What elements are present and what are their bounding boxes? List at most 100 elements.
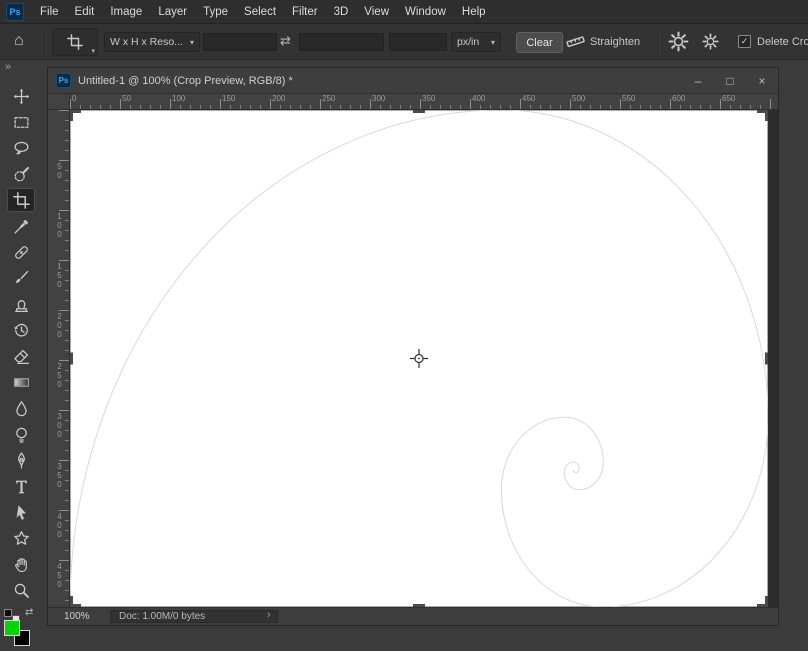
- ruler-tick: [65, 270, 69, 271]
- overlay-options-icon[interactable]: [668, 31, 689, 55]
- tool-blur[interactable]: [7, 396, 35, 420]
- ruler-tick: [330, 105, 331, 109]
- menu-item-layer[interactable]: Layer: [150, 0, 195, 24]
- ruler-tick: [140, 105, 141, 109]
- ruler-tick: [59, 560, 69, 561]
- photoshop-logo-icon[interactable]: Ps: [6, 2, 24, 21]
- ruler-tick: [65, 600, 69, 601]
- ruler-tick: [340, 105, 341, 109]
- menu-item-type[interactable]: Type: [195, 0, 236, 24]
- ruler-label: 50: [122, 94, 131, 103]
- menu-item-file[interactable]: File: [32, 0, 67, 24]
- tool-rectangular-marquee[interactable]: [7, 110, 35, 134]
- menu-item-image[interactable]: Image: [102, 0, 150, 24]
- ruler-tick: [59, 510, 69, 511]
- crop-settings-gear-icon[interactable]: [702, 33, 719, 53]
- swap-width-height-icon[interactable]: ⇄: [280, 33, 291, 49]
- pen-icon: [13, 452, 30, 469]
- menu-item-help[interactable]: Help: [454, 0, 494, 24]
- document-title: Untitled-1 @ 100% (Crop Preview, RGB/8) …: [78, 74, 293, 87]
- horizontal-ruler[interactable]: 0 50 100 150 200 250 300 350 400 450 500 550 600 650: [70, 94, 778, 110]
- resolution-unit-value: px/in: [457, 36, 480, 48]
- tool-path-selection[interactable]: [7, 500, 35, 524]
- crop-width-input[interactable]: [203, 33, 277, 51]
- clear-button[interactable]: Clear: [516, 32, 563, 53]
- tool-gradient[interactable]: [7, 370, 35, 394]
- tool-dodge[interactable]: [7, 422, 35, 446]
- ruler-tick: [310, 105, 311, 109]
- ruler-tick: [65, 440, 69, 441]
- dodge-icon: [13, 426, 30, 443]
- delete-cropped-pixels-label[interactable]: Delete Cro: [757, 24, 808, 60]
- crop-reference-point-icon[interactable]: [410, 349, 428, 368]
- crop-options-bar: ⌂ ▾ W x H x Reso... ▾ ⇄ px/in ▾ Clear St…: [0, 24, 808, 60]
- ruler-tick: [560, 105, 561, 109]
- resolution-unit-select[interactable]: px/in ▾: [451, 32, 501, 52]
- status-chevron-icon[interactable]: ›: [267, 609, 271, 621]
- menu-item-view[interactable]: View: [356, 0, 397, 24]
- tool-shape[interactable]: [7, 526, 35, 550]
- tool-lasso[interactable]: [7, 136, 35, 160]
- tool-history-brush[interactable]: [7, 318, 35, 342]
- menu-item-window[interactable]: Window: [397, 0, 454, 24]
- tool-pen[interactable]: [7, 448, 35, 472]
- zoom-level[interactable]: 100%: [64, 611, 90, 622]
- tool-hand[interactable]: [7, 552, 35, 576]
- ruler-tick: [65, 590, 69, 591]
- ruler-corner[interactable]: [48, 94, 70, 110]
- foreground-color-swatch[interactable]: [4, 620, 20, 636]
- chevron-down-icon: ▾: [189, 37, 194, 47]
- ruler-tick: [410, 105, 411, 109]
- document-body: 50 100 150 200 250 300 350 400 450: [48, 110, 778, 607]
- ruler-tick: [530, 105, 531, 109]
- home-icon[interactable]: ⌂: [14, 32, 24, 50]
- straighten-button[interactable]: Straighten: [590, 24, 640, 60]
- tool-type[interactable]: [7, 474, 35, 498]
- ruler-tick: [59, 360, 69, 361]
- ruler-tick: [65, 150, 69, 151]
- swap-colors-icon[interactable]: ⇄: [25, 607, 33, 618]
- maximize-button[interactable]: □: [714, 68, 746, 94]
- menu-item-3d[interactable]: 3D: [326, 0, 357, 24]
- tool-zoom[interactable]: [7, 578, 35, 602]
- tool-quick-selection[interactable]: [7, 162, 35, 186]
- ruler-tick: [65, 230, 69, 231]
- tool-spot-healing[interactable]: [7, 240, 35, 264]
- crop-resolution-input[interactable]: [389, 33, 447, 51]
- aspect-ratio-select[interactable]: W x H x Reso... ▾: [104, 32, 200, 52]
- rectangular-marquee-icon: [13, 114, 30, 131]
- ruler-tick: [59, 260, 69, 261]
- collapse-panels-chevron[interactable]: »: [5, 61, 11, 73]
- delete-cropped-pixels-checkbox[interactable]: ✓: [738, 35, 751, 48]
- tool-clone-stamp[interactable]: [7, 292, 35, 316]
- ruler-tick: [260, 105, 261, 109]
- menu-item-edit[interactable]: Edit: [67, 0, 103, 24]
- aspect-ratio-value: W x H x Reso...: [110, 36, 183, 48]
- menu-item-select[interactable]: Select: [236, 0, 284, 24]
- ruler-tick: [440, 105, 441, 109]
- menu-item-filter[interactable]: Filter: [284, 0, 326, 24]
- close-button[interactable]: ×: [746, 68, 778, 94]
- crop-height-input[interactable]: [299, 33, 384, 51]
- ruler-tick: [250, 105, 251, 109]
- ruler-tick: [65, 530, 69, 531]
- tool-preset-picker[interactable]: ▾: [52, 28, 98, 56]
- ruler-tick: [480, 105, 481, 109]
- tool-move[interactable]: [7, 84, 35, 108]
- straighten-icon[interactable]: [566, 32, 585, 54]
- tool-eyedropper[interactable]: [7, 214, 35, 238]
- ruler-tick: [65, 580, 69, 581]
- ruler-tick: [80, 105, 81, 109]
- shape-icon: [13, 530, 30, 547]
- tool-crop[interactable]: [7, 188, 35, 212]
- ruler-tick: [65, 420, 69, 421]
- document-size-indicator[interactable]: Doc: 1.00M/0 bytes: [110, 610, 278, 623]
- minimize-button[interactable]: –: [682, 68, 714, 94]
- ruler-label: 450: [522, 94, 536, 103]
- ruler-tick: [65, 540, 69, 541]
- canvas[interactable]: [70, 110, 768, 607]
- tool-brush[interactable]: [7, 266, 35, 290]
- tool-eraser[interactable]: [7, 344, 35, 368]
- vertical-ruler[interactable]: 50 100 150 200 250 300 350 400 450: [48, 110, 70, 607]
- document-title-bar[interactable]: Ps Untitled-1 @ 100% (Crop Preview, RGB/…: [48, 68, 778, 94]
